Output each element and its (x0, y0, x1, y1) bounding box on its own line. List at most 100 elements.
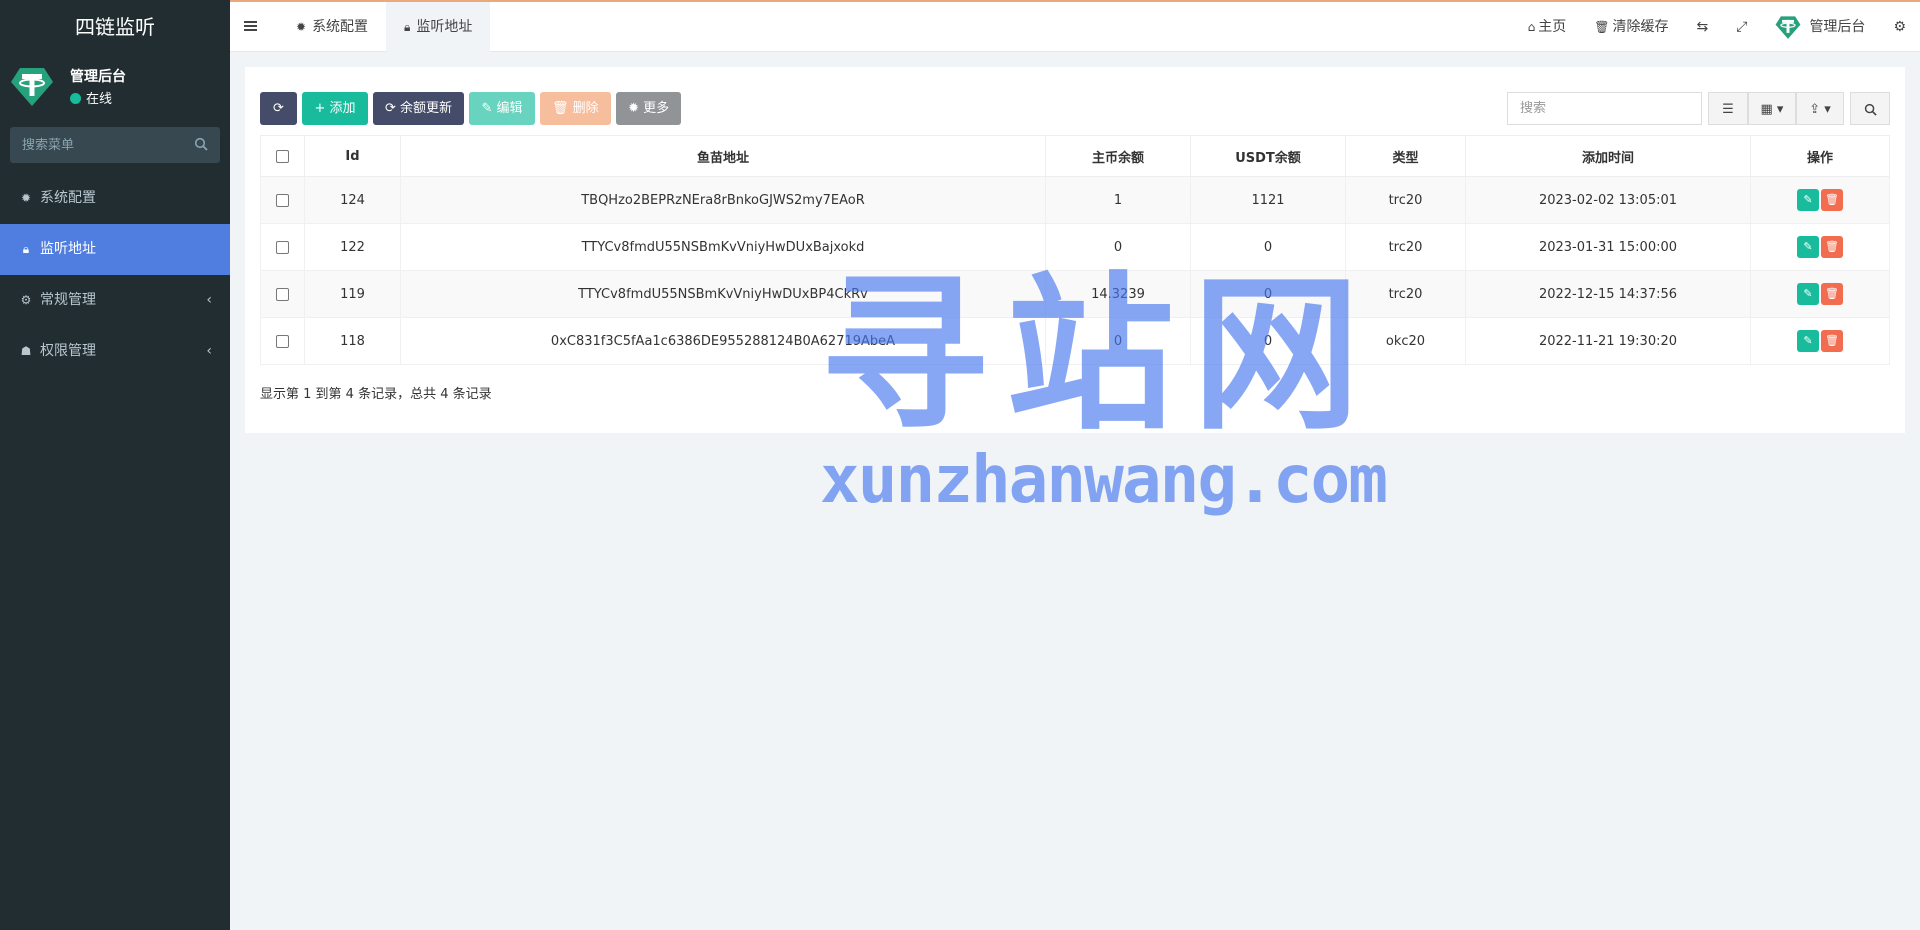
column-header: 类型 (1345, 135, 1466, 177)
column-header: 操作 (1750, 135, 1890, 177)
row-checkbox[interactable] (276, 240, 289, 254)
cell-time: 2023-01-31 15:00:00 (1465, 223, 1751, 271)
row-checkbox[interactable] (276, 334, 289, 348)
export-button[interactable]: ⇪ ▾ (1796, 92, 1844, 125)
online-dot-icon (70, 93, 81, 104)
clear-cache-link[interactable]: 🗑︎ 清除缓存 (1580, 2, 1682, 52)
balance-update-button[interactable]: ⟳ 余额更新 (372, 92, 464, 125)
settings-cogs-icon[interactable]: ⚙ (1879, 2, 1920, 52)
row-select-cell (260, 223, 305, 271)
fullscreen-icon[interactable]: ⤢ (1722, 2, 1761, 52)
plus-icon: + (314, 101, 330, 116)
trash-icon: 🗑︎ (1825, 287, 1839, 300)
search-icon (1864, 103, 1877, 116)
row-delete-button[interactable]: 🗑︎ (1821, 189, 1843, 211)
add-label: 添加 (329, 101, 356, 116)
cell-usdt-balance: 1121 (1190, 176, 1346, 224)
cell-id: 124 (304, 176, 401, 224)
user-status-text: 在线 (86, 92, 113, 107)
row-edit-button[interactable]: ✎ (1797, 283, 1819, 305)
table-row[interactable]: 122 TTYCv8fmdU55NSBmKvVniyHwDUxBajxokd 0… (260, 223, 1890, 271)
pagination-info: 显示第 1 到第 4 条记录，总共 4 条记录 (260, 387, 492, 402)
menu-search (10, 127, 220, 163)
cell-type: trc20 (1345, 176, 1466, 224)
cell-id: 122 (304, 223, 401, 271)
table-header-row: Id 鱼苗地址 主币余额 USDT余额 类型 添加时间 操作 (260, 135, 1890, 177)
menu-toggle-icon[interactable] (244, 16, 264, 36)
select-all-checkbox[interactable] (276, 149, 289, 163)
table-row[interactable]: 119 TTYCv8fmdU55NSBmKvVniyHwDUxBP4CkRv 1… (260, 270, 1890, 318)
menu-search-input[interactable] (10, 127, 220, 163)
admin-user-menu[interactable]: 管理后台 (1761, 2, 1879, 52)
sidebar-item-general-management[interactable]: ⚙ 常规管理 ‹ (0, 275, 230, 326)
cell-address: TTYCv8fmdU55NSBmKvVniyHwDUxBajxokd (400, 223, 1046, 271)
top-right-links: ⌂ 主页 🗑︎ 清除缓存 ⇆ ⤢ 管理后台 ⚙ (1514, 2, 1920, 52)
row-edit-button[interactable]: ✎ (1797, 189, 1819, 211)
row-select-cell (260, 270, 305, 318)
table-row[interactable]: 118 0xC831f3C5fAa1c6386DE955288124B0A627… (260, 317, 1890, 365)
search-icon[interactable] (194, 137, 208, 151)
row-delete-button[interactable]: 🗑︎ (1821, 283, 1843, 305)
cell-address: TBQHzo2BEPRzNEra8rBnkoGJWS2my7EAoR (400, 176, 1046, 224)
home-icon: ⌂ (1527, 20, 1536, 34)
trash-icon: 🗑︎ (1594, 20, 1610, 34)
cell-actions: ✎ 🗑︎ (1750, 223, 1890, 271)
brand-title[interactable]: 四链监听 (0, 0, 230, 54)
trash-icon: 🗑︎ (551, 101, 573, 116)
cell-main-balance: 0 (1045, 223, 1191, 271)
clear-cache-label: 清除缓存 (1612, 19, 1669, 35)
row-delete-button[interactable]: 🗑︎ (1821, 330, 1843, 352)
sidebar-item-label: 常规管理 (40, 292, 96, 308)
table-row[interactable]: 124 TBQHzo2BEPRzNEra8rBnkoGJWS2my7EAoR 1… (260, 176, 1890, 224)
top-navbar: ✹ 系统配置 🔒︎ 监听地址 ⌂ 主页 🗑︎ 清除缓存 ⇆ ⤢ 管理后台 ⚙ (230, 0, 1920, 52)
gear-icon: ✹ (296, 20, 307, 34)
table-search-input[interactable] (1507, 92, 1702, 125)
tether-logo-icon (1776, 16, 1801, 39)
sidebar-item-label: 监听地址 (40, 241, 96, 257)
refresh-icon: ⟳ (273, 101, 284, 116)
admin-label: 管理后台 (1809, 19, 1866, 35)
edit-button[interactable]: ✎ 编辑 (469, 92, 535, 125)
trash-icon: 🗑︎ (1825, 334, 1839, 347)
sidebar-item-monitor-address[interactable]: 🔒︎ 监听地址 (0, 224, 230, 275)
row-delete-button[interactable]: 🗑︎ (1821, 236, 1843, 258)
cell-id: 118 (304, 317, 401, 365)
refresh-button[interactable]: ⟳ (260, 92, 297, 125)
card-view-button[interactable]: ☰ (1708, 92, 1748, 125)
home-link[interactable]: ⌂ 主页 (1514, 2, 1581, 52)
trash-icon: 🗑︎ (1825, 193, 1839, 206)
add-button[interactable]: + 添加 (302, 92, 368, 125)
advanced-search-button[interactable] (1850, 92, 1890, 125)
delete-button[interactable]: 🗑︎ 删除 (539, 92, 611, 125)
cogs-icon: ⚙ (20, 293, 32, 307)
column-header[interactable]: Id (304, 135, 401, 177)
more-button[interactable]: ✹ 更多 (616, 92, 682, 125)
watermark-url-text: xunzhanwang.com (820, 441, 1388, 518)
language-icon[interactable]: ⇆ (1683, 2, 1723, 52)
sidebar-item-label: 权限管理 (40, 343, 96, 359)
main-panel: ⟳ + 添加 ⟳ 余额更新 ✎ 编辑 🗑︎ 删除 ✹ 更多 ☰ ▦ ▾ ⇪ ▾ Id… (245, 67, 1905, 433)
sidebar-item-permission-management[interactable]: ☗ 权限管理 ‹ (0, 326, 230, 377)
tab-monitor-address[interactable]: 🔒︎ 监听地址 (386, 2, 491, 52)
row-checkbox[interactable] (276, 193, 289, 207)
pencil-icon: ✎ (1803, 193, 1813, 206)
cell-actions: ✎ 🗑︎ (1750, 176, 1890, 224)
row-select-cell (260, 176, 305, 224)
row-edit-button[interactable]: ✎ (1797, 330, 1819, 352)
toolbar: ⟳ + 添加 ⟳ 余额更新 ✎ 编辑 🗑︎ 删除 ✹ 更多 (260, 92, 682, 125)
cell-usdt-balance: 0 (1190, 223, 1346, 271)
row-select-cell (260, 317, 305, 365)
gear-icon: ✹ (628, 101, 644, 116)
cell-time: 2022-11-21 19:30:20 (1465, 317, 1751, 365)
column-header: 主币余额 (1045, 135, 1191, 177)
refresh-icon: ⟳ (384, 101, 400, 116)
tab-system-config[interactable]: ✹ 系统配置 (278, 2, 386, 52)
columns-button[interactable]: ▦ ▾ (1748, 92, 1796, 125)
user-name: 管理后台 (70, 69, 126, 85)
grid-icon: ▦ ▾ (1760, 102, 1784, 117)
cell-actions: ✎ 🗑︎ (1750, 270, 1890, 318)
row-edit-button[interactable]: ✎ (1797, 236, 1819, 258)
row-checkbox[interactable] (276, 287, 289, 301)
edit-label: 编辑 (496, 101, 523, 116)
sidebar-item-system-config[interactable]: ✹ 系统配置 (0, 173, 230, 224)
